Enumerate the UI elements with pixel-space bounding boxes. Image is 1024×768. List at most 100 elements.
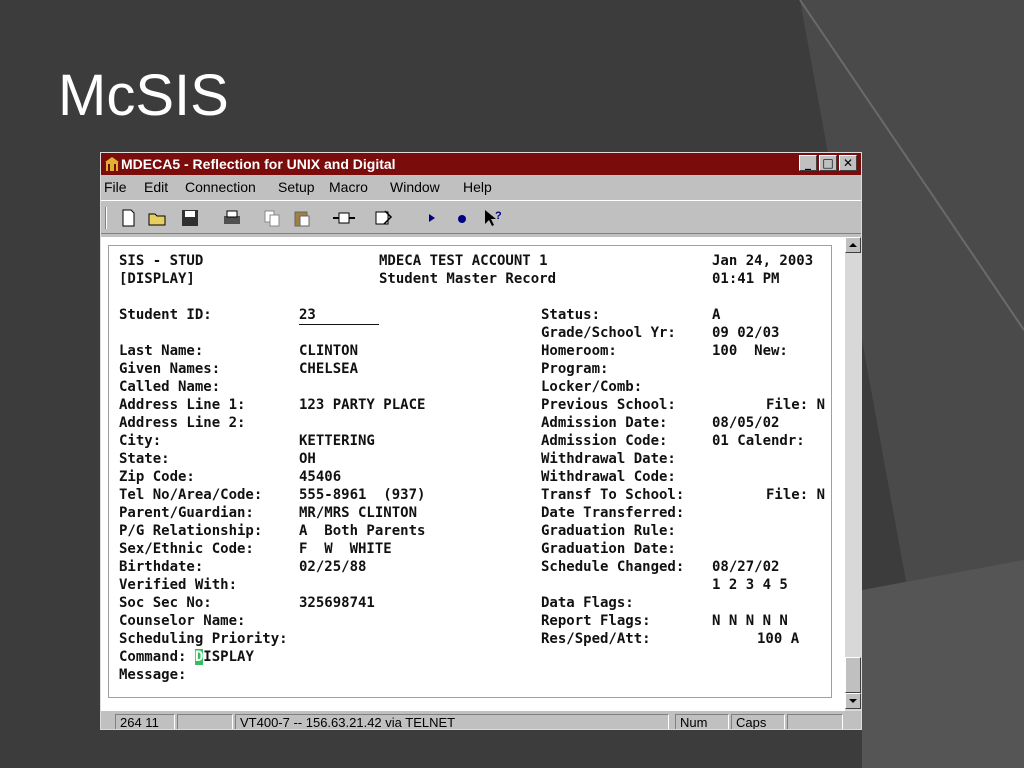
menu-bar: File Edit Connection Setup Macro Window …	[101, 176, 861, 198]
screen-system: SIS - STUD	[119, 253, 204, 269]
label-city: City:	[119, 433, 162, 449]
label-birthdate: Birthdate:	[119, 559, 204, 575]
value-report-flags: N N N N N	[712, 613, 788, 629]
value-parent: MR/MRS CLINTON	[299, 505, 418, 521]
value-prev-school-file: File: N	[766, 397, 826, 413]
label-date-transf: Date Transferred:	[541, 505, 685, 521]
value-address1: 123 PARTY PLACE	[299, 397, 426, 413]
screen-record-title: Student Master Record	[379, 271, 557, 287]
window-title: MDECA5 - Reflection for UNIX and Digital	[121, 156, 396, 172]
label-wd-date: Withdrawal Date:	[541, 451, 676, 467]
label-zip: Zip Code:	[119, 469, 195, 485]
label-address2: Address Line 2:	[119, 415, 246, 431]
label-counselor: Counselor Name:	[119, 613, 246, 629]
play-icon[interactable]	[421, 208, 443, 228]
status-caps: Caps	[731, 714, 785, 729]
value-sex-ethnic: F W WHITE	[299, 541, 392, 557]
value-tel: 555-8961 (937)	[299, 487, 426, 503]
label-message: Message:	[119, 667, 187, 683]
menu-edit[interactable]: Edit	[144, 176, 168, 198]
terminal-screen[interactable]: SIS - STUD [DISPLAY] MDECA TEST ACCOUNT …	[108, 245, 832, 698]
maximize-button[interactable]: □	[819, 155, 837, 171]
screen-time: 01:41 PM	[712, 271, 780, 287]
student-id-field[interactable]: 23	[299, 306, 379, 325]
help-pointer-icon[interactable]: ?	[481, 208, 503, 228]
save-icon[interactable]	[179, 208, 201, 228]
menu-window[interactable]: Window	[390, 176, 440, 198]
status-bar: 264 11 VT400-7 -- 156.63.21.42 via TELNE…	[101, 713, 861, 729]
minimize-button[interactable]: _	[799, 155, 817, 171]
label-last-name: Last Name:	[119, 343, 204, 359]
label-prev-school: Previous School:	[541, 397, 676, 413]
value-transf-file: File: N	[766, 487, 826, 503]
window-titlebar[interactable]: MDECA5 - Reflection for UNIX and Digital…	[101, 153, 861, 175]
label-transf: Transf To School:	[541, 487, 685, 503]
copy-icon[interactable]	[261, 208, 283, 228]
label-command: Command:	[119, 649, 195, 665]
value-homeroom: 100 New:	[712, 343, 788, 359]
label-homeroom: Homeroom:	[541, 343, 617, 359]
macro-icon[interactable]	[373, 208, 395, 228]
value-sched-numbers: 1 2 3 4 5	[712, 577, 788, 593]
value-adm-code: 01 Calendr:	[712, 433, 805, 449]
value-zip: 45406	[299, 469, 342, 485]
menu-help[interactable]: Help	[463, 176, 492, 198]
svg-text:?: ?	[495, 210, 502, 222]
arrow-up-icon	[849, 243, 857, 247]
screen-mode: [DISPLAY]	[119, 271, 195, 287]
command-line[interactable]: Command: DISPLAY	[119, 648, 254, 666]
menu-file[interactable]: File	[104, 176, 127, 198]
menu-macro[interactable]: Macro	[329, 176, 368, 198]
label-adm-code: Admission Code:	[541, 433, 668, 449]
value-pg-relationship: A Both Parents	[299, 523, 426, 539]
label-ssn: Soc Sec No:	[119, 595, 212, 611]
label-given-names: Given Names:	[119, 361, 221, 377]
menu-connection[interactable]: Connection	[185, 176, 256, 198]
value-state: OH	[299, 451, 316, 467]
label-parent: Parent/Guardian:	[119, 505, 254, 521]
label-grad-date: Graduation Date:	[541, 541, 676, 557]
value-ssn: 325698741	[299, 595, 375, 611]
app-icon	[105, 157, 119, 171]
status-extra	[787, 714, 843, 729]
label-address1: Address Line 1:	[119, 397, 246, 413]
value-adm-date: 08/05/02	[712, 415, 780, 431]
value-res: 100 A	[757, 631, 800, 647]
status-num: Num	[675, 714, 729, 729]
arrow-down-icon	[849, 699, 857, 703]
label-grad-rule: Graduation Rule:	[541, 523, 676, 539]
label-student-id: Student ID:	[119, 307, 212, 323]
screen-account: MDECA TEST ACCOUNT 1	[379, 253, 548, 269]
value-given-names: CHELSEA	[299, 361, 359, 377]
paste-icon[interactable]	[291, 208, 313, 228]
label-grade: Grade/School Yr:	[541, 325, 676, 341]
scroll-up-button[interactable]	[845, 237, 861, 253]
close-button[interactable]: ✕	[839, 155, 857, 171]
label-report-flags: Report Flags:	[541, 613, 651, 629]
toolbar: ?	[101, 200, 861, 234]
value-city: KETTERING	[299, 433, 375, 449]
command-input[interactable]: ISPLAY	[203, 649, 254, 665]
label-res: Res/Sped/Att:	[541, 631, 651, 647]
scroll-down-button[interactable]	[845, 693, 861, 709]
vertical-scrollbar[interactable]	[845, 237, 861, 711]
menu-setup[interactable]: Setup	[278, 176, 315, 198]
value-birthdate: 02/25/88	[299, 559, 367, 575]
connect-icon[interactable]	[333, 208, 355, 228]
label-sched-priority: Scheduling Priority:	[119, 631, 288, 647]
status-position: 264 11	[115, 714, 175, 729]
label-program: Program:	[541, 361, 609, 377]
value-grade: 09 02/03	[712, 325, 780, 341]
label-status: Status:	[541, 307, 601, 323]
new-icon[interactable]	[117, 208, 139, 228]
print-icon[interactable]	[221, 208, 243, 228]
value-last-name: CLINTON	[299, 343, 359, 359]
terminal-window: MDECA5 - Reflection for UNIX and Digital…	[100, 152, 862, 730]
label-sched-changed: Schedule Changed:	[541, 559, 685, 575]
scroll-thumb[interactable]	[845, 657, 861, 693]
record-icon[interactable]	[451, 208, 473, 228]
terminal-frame: SIS - STUD [DISPLAY] MDECA TEST ACCOUNT …	[101, 237, 845, 711]
close-icon: ✕	[842, 156, 854, 170]
open-icon[interactable]	[147, 208, 169, 228]
label-verified: Verified With:	[119, 577, 238, 593]
